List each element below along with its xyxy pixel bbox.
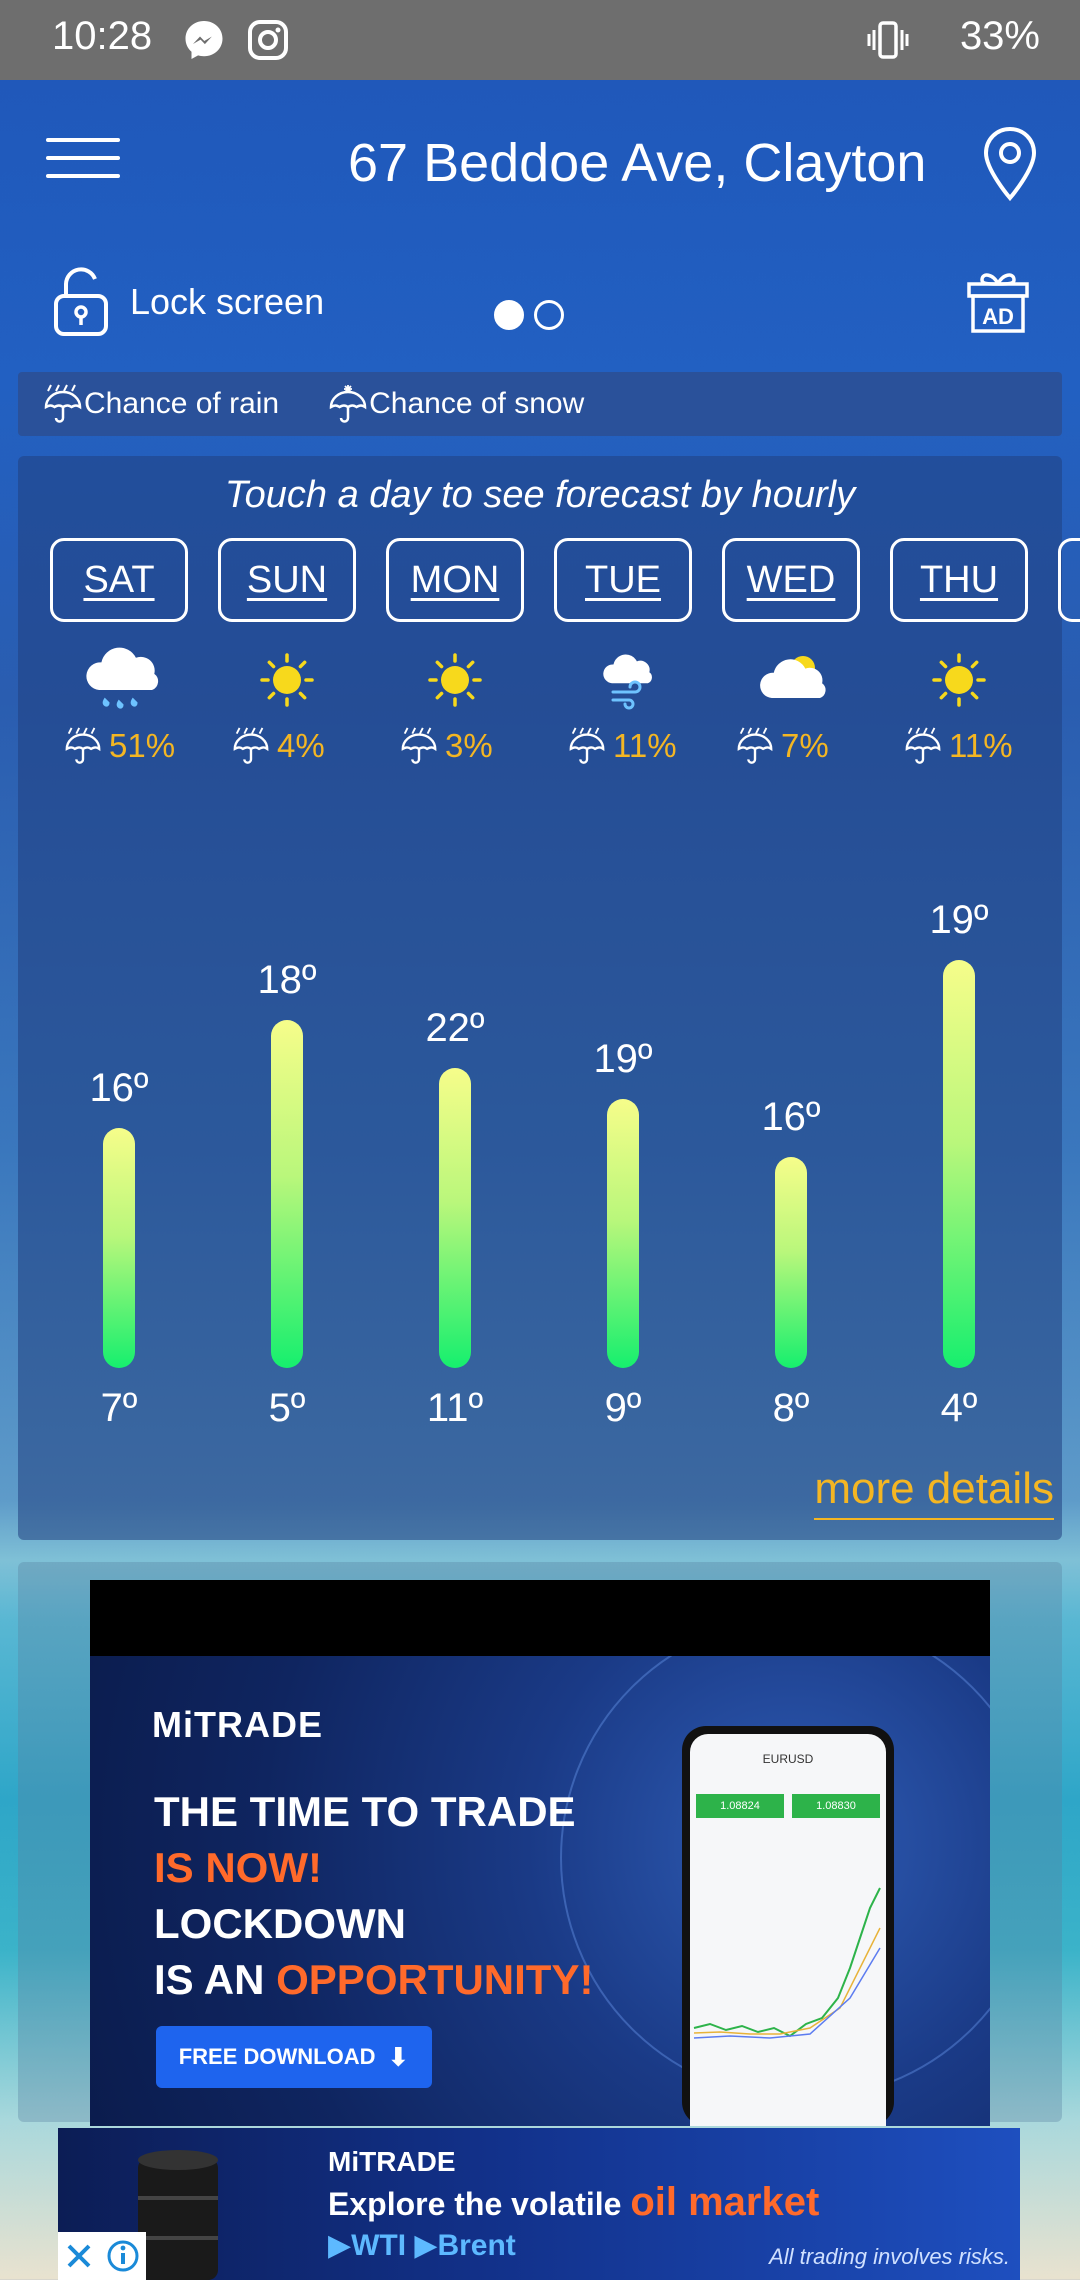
vibrate-icon [867,21,909,59]
ad-brand: MiTRADE [152,1704,323,1745]
location-pin-icon[interactable] [982,126,1038,202]
ad-line-3: LOCKDOWN [154,1900,406,1947]
umbrella-rain-icon [905,727,941,764]
low-temp-label: 8º [772,1386,810,1430]
low-temp-label: 9º [604,1386,642,1430]
location-title[interactable]: 67 Beddoe Ave, Clayton V [348,132,936,194]
rain-chance-wed: 7% [735,726,829,766]
sunny-icon [247,646,327,716]
temp-bar-sun [271,1020,303,1368]
menu-button[interactable] [46,138,120,194]
banner-brand: MiTRADE [328,2146,456,2177]
low-temp-label: 5º [268,1386,306,1430]
close-icon[interactable] [64,2241,94,2271]
download-arrow-icon: ⬇ [387,2041,410,2072]
ad-banner[interactable]: MiTRADE THE TIME TO TRADE IS NOW! LOCKDO… [90,1656,990,2126]
phone-sell: 1.08824 [696,1794,784,1818]
status-bar: 10:28 33% [0,0,1080,80]
high-temp-label: 16º [761,1095,821,1139]
menu-icon [46,138,120,142]
page-indicator [494,300,564,330]
temp-bar-mon [439,1068,471,1368]
low-temp-label: 7º [100,1386,138,1430]
rain-chance-tue: 11% [567,726,677,766]
day-button-sun[interactable]: SUN [218,538,356,622]
battery-level: 33% [959,14,1040,58]
high-temp-label: 16º [89,1066,149,1110]
phone-screen: EURUSD 1.08824 1.08830 [690,1734,886,2126]
umbrella-rain-icon [401,727,437,764]
phone-mockup: EURUSD 1.08824 1.08830 [682,1726,894,2126]
lock-screen-button[interactable]: Lock screen [52,262,324,342]
ad-line-2: IS NOW! [154,1844,322,1891]
phone-buy: 1.08830 [792,1794,880,1818]
day-button-thu[interactable]: THU [890,538,1028,622]
umbrella-rain-icon [233,727,269,764]
partly-cloudy-icon [751,646,831,716]
ad-headline: THE TIME TO TRADE IS NOW! LOCKDOWN IS AN… [154,1784,593,2008]
phone-pair: EURUSD [762,1752,814,1766]
unlock-icon [54,267,108,336]
legend-snow-label: Chance of snow [369,387,585,420]
rain-icon [79,646,159,716]
messenger-icon [185,21,223,59]
gift-ad-icon[interactable]: AD [966,268,1030,334]
ad-badge-text: AD [982,304,1014,329]
day-button-wed[interactable]: WED [722,538,860,622]
page-dot-active[interactable] [494,300,524,330]
low-temp-label: 4º [940,1386,978,1430]
day-button-sat[interactable]: SAT [50,538,188,622]
sunny-icon [415,646,495,716]
more-details-link[interactable]: more details [814,1464,1054,1520]
phone-chart-graphic [693,1887,881,2039]
high-temp-label: 19º [929,898,989,942]
forecast-hint: Touch a day to see forecast by hourly [224,474,856,516]
ad-choices[interactable] [58,2232,146,2280]
low-temp-label: 11º [426,1386,484,1430]
high-temp-label: 22º [425,1006,485,1050]
forecast-panel: Touch a day to see forecast by hourly mo… [18,456,1080,1540]
temp-bar-thu [943,960,975,1368]
day-button-mon[interactable]: MON [386,538,524,622]
rain-chance-thu: 11% [903,726,1013,766]
rain-chance-sat: 51% [63,726,175,766]
umbrella-rain-icon [44,384,82,423]
legend-strip: Chance of rain Chance of snow [18,372,1062,436]
temp-bar-tue [607,1099,639,1368]
banner-disclaimer: All trading involves risks. [769,2244,1010,2269]
free-download-button[interactable]: FREE DOWNLOAD ⬇ [156,2026,432,2088]
status-time: 10:28 [52,14,153,58]
legend-snow: Chance of snow [327,383,584,425]
sunny-icon [919,646,999,716]
umbrella-rain-icon [737,727,773,764]
bottom-ad-banner[interactable]: MiTRADE Explore the volatile oil market … [58,2128,1020,2280]
ad-line-4: IS AN OPPORTUNITY! [154,1956,594,2003]
legend-rain: Chance of rain [42,383,279,425]
rain-chance-sun: 4% [231,726,325,766]
legend-rain-label: Chance of rain [84,387,280,420]
info-icon[interactable] [106,2239,140,2273]
rain-chance-mon: 3% [399,726,493,766]
banner-line-1: Explore the volatile oil market [328,2180,820,2224]
day-button-partial[interactable] [1058,538,1080,622]
lock-screen-label: Lock screen [130,281,325,322]
high-temp-label: 19º [593,1037,653,1081]
umbrella-rain-icon [65,727,101,764]
umbrella-snow-icon [329,385,367,423]
page-dot[interactable] [534,300,564,330]
temp-bar-wed [775,1157,807,1368]
ad-line-1: THE TIME TO TRADE [154,1788,576,1835]
day-button-tue[interactable]: TUE [554,538,692,622]
umbrella-rain-icon [569,727,605,764]
temp-bar-sat [103,1128,135,1368]
high-temp-label: 18º [257,958,317,1002]
windy-cloud-icon [583,646,663,716]
instagram-icon [248,20,288,60]
ad-header-bar [90,1580,990,1656]
banner-line-2: ▶WTI ▶Brent [328,2229,516,2262]
